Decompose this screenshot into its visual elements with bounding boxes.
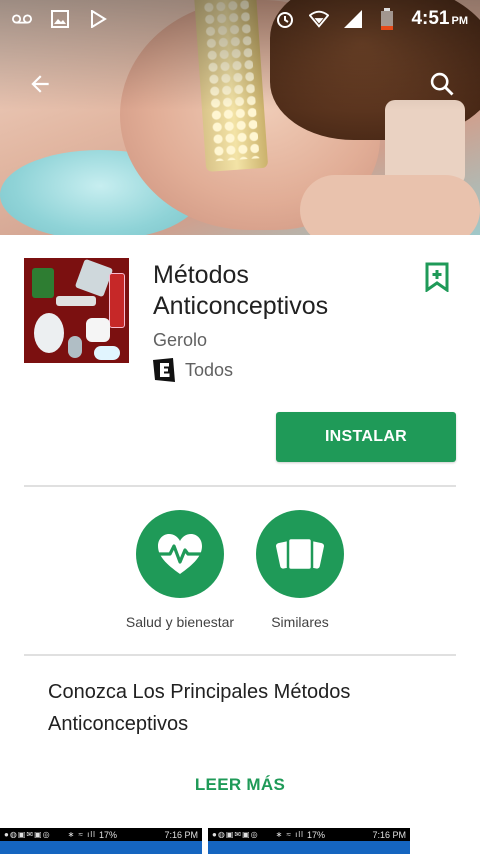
back-button[interactable] [18,62,62,106]
action-bar [0,56,480,104]
notification-icons: ●◍▣✉▣◎ [212,830,259,839]
app-description: Conozca Los Principales Métodos Anticonc… [48,681,351,735]
status-bar: 4:51 PM [0,0,480,38]
image-icon [50,9,70,29]
similar-apps-chip[interactable]: Similares [230,510,370,635]
notification-icons: ●◍▣✉▣◎ [4,830,51,839]
app-header: Métodos Anticonceptivos Gerolo Todos [24,258,456,382]
search-icon [430,72,454,96]
screenshot-thumbnail[interactable]: ●◍▣✉▣◎ ∗ ≈ ıll 17% 7:16 PM [0,828,202,854]
wifi-icon [309,9,330,29]
cards-icon [276,536,324,572]
bookmark-add-icon [425,262,449,292]
clock-time: 4:51 PM [411,8,468,29]
search-button[interactable] [420,62,464,106]
install-button[interactable]: INSTALAR [276,412,456,462]
rating-e-icon [153,358,175,382]
content-rating: Todos [153,358,233,382]
status-icons: ∗ ≈ ıll [275,830,304,839]
app-title: Métodos Anticonceptivos [153,261,329,320]
read-more-link[interactable]: LEER MÁS [0,770,480,800]
screenshot-thumbnail[interactable]: ●◍▣✉▣◎ ∗ ≈ ıll 17% 7:16 PM [208,828,410,854]
developer-name[interactable]: Gerolo [153,330,207,351]
battery-icon [377,8,397,30]
divider [24,485,456,487]
arrow-left-icon [31,75,49,93]
wishlist-button[interactable] [422,260,452,294]
alarm-icon [275,9,295,29]
heart-pulse-icon [158,534,202,574]
voicemail-icon [12,9,32,29]
category-chip-health[interactable]: Salud y bienestar [110,510,250,635]
signal-icon [343,9,363,29]
play-store-icon [88,9,108,29]
app-icon [24,258,129,363]
divider [24,654,456,656]
status-icons: ∗ ≈ ıll [67,830,96,839]
